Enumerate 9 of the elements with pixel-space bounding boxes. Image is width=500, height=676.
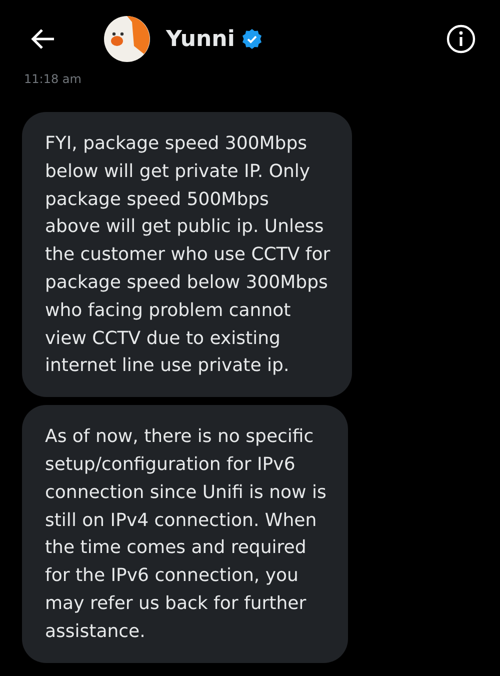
- info-icon: [446, 24, 476, 54]
- message-bubble: FYI, package speed 300Mbps below will get private IP. Only package speed 500Mbps above will get public ip. Unless the customer who use CCTV for package speed below 300Mbps who facing problem cannot view CCTV due to existing internet line use private ip.: [22, 112, 352, 398]
- message-bubble: As of now, there is no specific setup/configuration for IPv6 connection since Unifi is now is still on IPv4 connection. When the time comes and required for the IPv6 connection, you may refer us back for further assistance.: [22, 405, 348, 663]
- info-button[interactable]: [446, 24, 476, 54]
- back-arrow-icon: [30, 28, 56, 50]
- avatar[interactable]: [104, 16, 150, 62]
- back-button[interactable]: [30, 28, 56, 50]
- contact-name: Yunni: [166, 26, 235, 52]
- timestamp: 11:18 am: [24, 72, 82, 86]
